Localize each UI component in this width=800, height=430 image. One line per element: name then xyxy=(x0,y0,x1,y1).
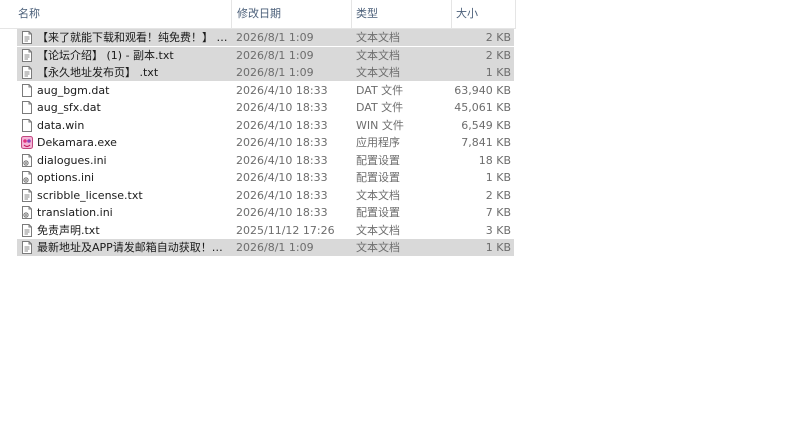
file-row[interactable]: Dekamara.exe 2026/4/10 18:33 应用程序 7,841 KB xyxy=(17,134,514,151)
file-size: 3 KB xyxy=(485,223,511,237)
file-type: WIN 文件 xyxy=(356,118,404,132)
file-row[interactable]: options.ini 2026/4/10 18:33 配置设置 1 KB xyxy=(17,169,514,186)
file-size: 1 KB xyxy=(485,171,511,184)
column-header-name[interactable]: ^ 名称 xyxy=(0,0,229,28)
file-type: 配置设置 xyxy=(356,171,400,184)
file-type: 文本文档 xyxy=(356,223,400,237)
column-header-bar: ^ 名称 修改日期 类型 大小 xyxy=(0,0,516,29)
sort-ascending-icon: ^ xyxy=(118,0,126,3)
file-row[interactable]: 【永久地址发布页】 .txt 2026/8/1 1:09 文本文档 1 KB xyxy=(17,64,514,81)
file-name: data.win xyxy=(37,118,85,132)
column-header-type-label: 类型 xyxy=(356,7,378,20)
file-size: 1 KB xyxy=(485,241,511,254)
file-modified-date: 2026/4/10 18:33 xyxy=(236,83,328,97)
file-size: 2 KB xyxy=(485,31,511,44)
file-type: 应用程序 xyxy=(356,136,400,149)
file-type: 文本文档 xyxy=(356,66,400,79)
file-modified-date: 2026/4/10 18:33 xyxy=(236,136,328,149)
file-size: 2 KB xyxy=(485,48,511,62)
file-row[interactable]: 【论坛介绍】 (1) - 副本.txt 2026/8/1 1:09 文本文档 2 KB xyxy=(17,46,514,64)
file-row[interactable]: scribble_license.txt 2026/4/10 18:33 文本文档 2… xyxy=(17,187,514,204)
file-row[interactable]: 最新地址及APP请发邮箱自动获取！！！.txt 2026/8/1 1:09 文本文档… xyxy=(17,239,514,256)
column-header-name-label: 名称 xyxy=(18,7,40,20)
file-modified-date: 2026/8/1 1:09 xyxy=(236,241,314,254)
file-modified-date: 2026/4/10 18:33 xyxy=(236,188,328,202)
file-row[interactable]: aug_bgm.dat 2026/4/10 18:33 DAT 文件 63,940 K… xyxy=(17,82,514,99)
file-modified-date: 2026/8/1 1:09 xyxy=(236,66,314,79)
file-name: 最新地址及APP请发邮箱自动获取！！！.txt xyxy=(37,241,229,254)
file-type: 文本文档 xyxy=(356,188,400,202)
file-name: dialogues.ini xyxy=(37,153,107,167)
file-modified-date: 2026/4/10 18:33 xyxy=(236,171,328,184)
file-row[interactable]: translation.ini 2026/4/10 18:33 配置设置 7 KB xyxy=(17,204,514,221)
file-row[interactable]: 免责声明.txt 2025/11/12 17:26 文本文档 3 KB xyxy=(17,222,514,239)
column-header-size[interactable]: 大小 xyxy=(451,0,516,28)
file-name: scribble_license.txt xyxy=(37,188,143,202)
file-row[interactable]: 【来了就能下载和观看！纯免费！】 - 副本.txt 2026/8/1 1:09 文本… xyxy=(17,29,514,46)
column-header-date-label: 修改日期 xyxy=(237,7,281,20)
column-header-date[interactable]: 修改日期 xyxy=(231,0,349,28)
file-type: 配置设置 xyxy=(356,206,400,219)
file-type: DAT 文件 xyxy=(356,101,404,114)
file-modified-date: 2026/4/10 18:33 xyxy=(236,101,328,114)
file-type: 文本文档 xyxy=(356,31,400,44)
file-modified-date: 2026/4/10 18:33 xyxy=(236,206,328,219)
file-type: 配置设置 xyxy=(356,153,400,167)
file-name: options.ini xyxy=(37,171,95,184)
column-header-type[interactable]: 类型 xyxy=(351,0,449,28)
file-size: 18 KB xyxy=(478,153,511,167)
file-modified-date: 2026/8/1 1:09 xyxy=(236,31,314,44)
file-type: DAT 文件 xyxy=(356,83,404,97)
file-explorer-window: ^ 名称 修改日期 类型 大小 【来了就能下载和观看！纯免费！】 - 副本.tx… xyxy=(0,0,800,430)
column-header-size-label: 大小 xyxy=(456,7,478,20)
file-name: 【来了就能下载和观看！纯免费！】 - 副本.txt xyxy=(37,31,229,44)
file-size: 7 KB xyxy=(485,206,511,219)
file-name: 免责声明.txt xyxy=(37,223,100,237)
file-type: 文本文档 xyxy=(356,48,400,62)
file-name: translation.ini xyxy=(37,206,113,219)
file-modified-date: 2025/11/12 17:26 xyxy=(236,223,335,237)
file-size: 45,061 KB xyxy=(454,101,511,114)
file-name: aug_sfx.dat xyxy=(37,101,101,114)
file-row[interactable]: data.win 2026/4/10 18:33 WIN 文件 6,549 KB xyxy=(17,117,514,134)
file-size: 7,841 KB xyxy=(461,136,511,149)
file-modified-date: 2026/4/10 18:33 xyxy=(236,153,328,167)
file-name: Dekamara.exe xyxy=(37,136,117,149)
file-size: 1 KB xyxy=(485,66,511,79)
file-size: 6,549 KB xyxy=(461,118,511,132)
file-type: 文本文档 xyxy=(356,241,400,254)
file-modified-date: 2026/4/10 18:33 xyxy=(236,118,328,132)
file-name: 【永久地址发布页】 .txt xyxy=(37,66,159,79)
file-row[interactable]: dialogues.ini 2026/4/10 18:33 配置设置 18 KB xyxy=(17,152,514,169)
file-modified-date: 2026/8/1 1:09 xyxy=(236,48,314,62)
file-name: aug_bgm.dat xyxy=(37,83,110,97)
file-name: 【论坛介绍】 (1) - 副本.txt xyxy=(37,48,174,62)
file-size: 2 KB xyxy=(485,188,511,202)
file-size: 63,940 KB xyxy=(454,83,511,97)
file-row[interactable]: aug_sfx.dat 2026/4/10 18:33 DAT 文件 45,061 K… xyxy=(17,99,514,116)
